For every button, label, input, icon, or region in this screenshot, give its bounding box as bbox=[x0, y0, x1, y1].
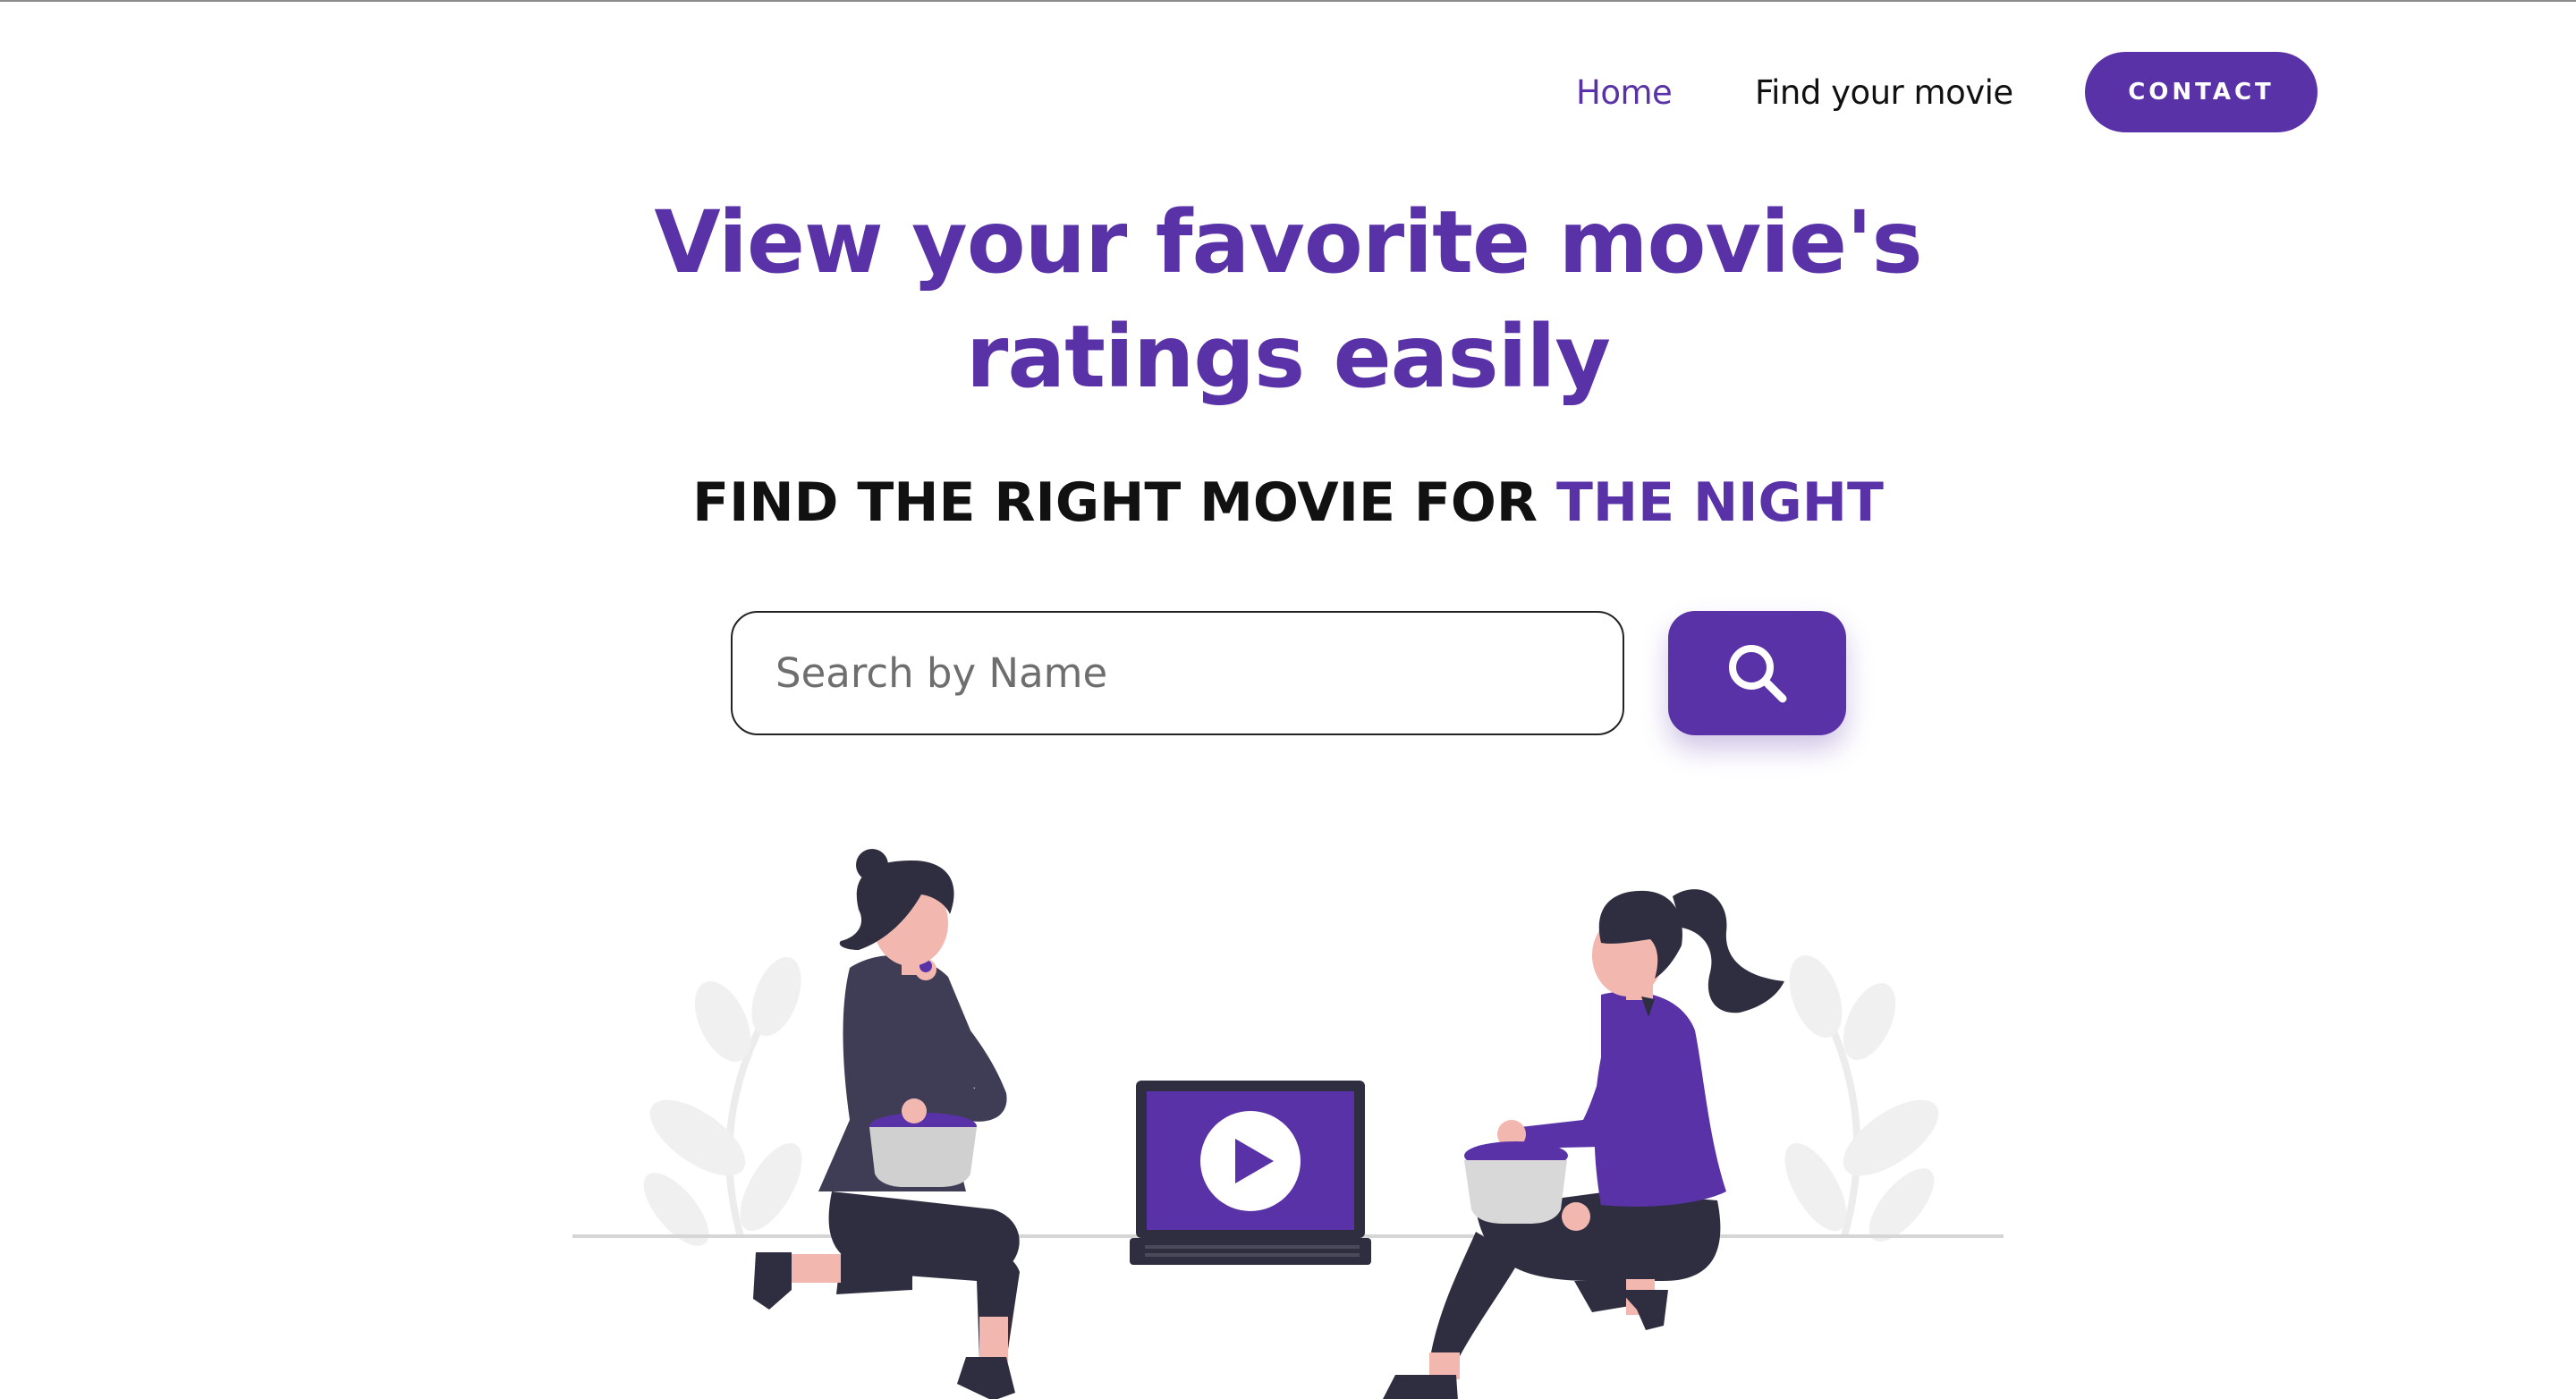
play-icon bbox=[1200, 1111, 1301, 1211]
search-button[interactable] bbox=[1668, 611, 1846, 735]
nav-link-find-your-movie[interactable]: Find your movie bbox=[1755, 70, 2013, 116]
hero-title-line-2: ratings easily bbox=[966, 307, 1611, 407]
hero-title: View your favorite movie's ratings easil… bbox=[0, 185, 2576, 414]
hero-subtitle: FIND THE RIGHT MOVIE FOR THE NIGHT bbox=[0, 467, 2576, 538]
person-right bbox=[1383, 889, 1784, 1399]
laptop bbox=[1130, 1081, 1371, 1265]
top-nav: Home Find your movie CONTACT bbox=[0, 2, 2576, 136]
popcorn-bowl-right bbox=[1464, 1141, 1568, 1224]
person-left bbox=[753, 849, 1020, 1399]
popcorn-bowl-left bbox=[869, 1113, 977, 1187]
search-input[interactable] bbox=[731, 611, 1624, 735]
movie-night-illustration bbox=[572, 849, 2004, 1399]
plant-left-decoration bbox=[643, 957, 802, 1246]
page: Home Find your movie CONTACT View your f… bbox=[0, 0, 2576, 1399]
search-icon bbox=[1728, 644, 1786, 702]
contact-button[interactable]: CONTACT bbox=[2085, 52, 2318, 132]
hero-subtitle-accent: THE NIGHT bbox=[1555, 471, 1884, 534]
hero-title-line-1: View your favorite movie's bbox=[654, 192, 1922, 293]
plant-right-decoration bbox=[1784, 955, 1939, 1242]
hero-subtitle-main: FIND THE RIGHT MOVIE FOR bbox=[692, 471, 1556, 534]
nav-link-home[interactable]: Home bbox=[1576, 70, 1673, 116]
